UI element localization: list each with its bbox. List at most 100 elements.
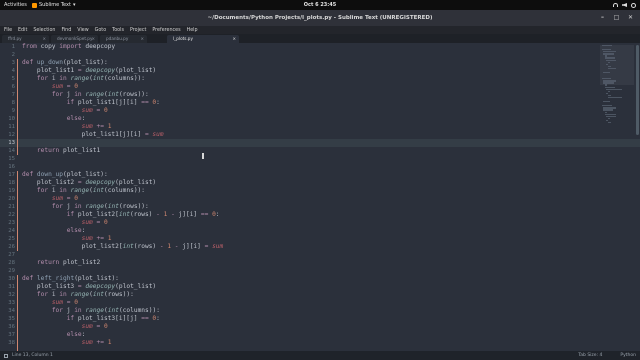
line-number: 22: [8, 212, 15, 218]
menu-goto[interactable]: Goto: [95, 28, 106, 33]
code-line[interactable]: else:: [22, 227, 580, 235]
code-line[interactable]: else:: [22, 115, 580, 123]
code-line[interactable]: ​: [22, 139, 580, 147]
close-icon[interactable]: ×: [91, 35, 95, 43]
code-line[interactable]: ​: [22, 155, 580, 163]
system-top-bar: Activities Sublime Text ▾ Oct 6 23:45: [0, 0, 640, 10]
code-line[interactable]: plot_list1 = deepcopy(plot_list): [22, 67, 580, 75]
code-line[interactable]: sum += 1: [22, 235, 580, 243]
line-number: 23: [8, 220, 15, 226]
tab-ffrd[interactable]: ffrd.py ×: [2, 35, 49, 43]
tab-bar: ffrd.py × devmonkSpet.py × pdanbu.py × l…: [0, 34, 640, 43]
code-line[interactable]: def down_up(plot_list):: [22, 171, 580, 179]
syntax-selector[interactable]: Python: [620, 351, 636, 360]
code-line[interactable]: return plot_list2: [22, 259, 580, 267]
code-line[interactable]: sum = 0: [22, 323, 580, 331]
menu-edit[interactable]: Edit: [18, 28, 27, 33]
network-icon[interactable]: [613, 3, 618, 7]
minimap-line: [607, 121, 611, 124]
system-tray[interactable]: [613, 2, 636, 8]
code-line[interactable]: for i in range(int(rows)):: [22, 291, 580, 299]
line-number: 26: [8, 244, 15, 250]
code-line[interactable]: else:: [22, 331, 580, 339]
tab-pdanbu[interactable]: pdanbu.py ×: [100, 35, 147, 43]
menu-file[interactable]: File: [4, 28, 12, 33]
code-line[interactable]: return plot_list1: [22, 147, 580, 155]
line-number-gutter[interactable]: 1 2 3 4 5 6 7 8 9 10 11 12 13 14 15 16 17 18 19 20 21 22 23 24 2…: [0, 43, 16, 351]
minimap-line: [606, 63, 609, 65]
line-number: 8: [11, 100, 15, 106]
line-number: 13: [8, 140, 15, 146]
code-line[interactable]: for j in range(int(columns)):: [22, 307, 580, 315]
code-line[interactable]: def left_right(plot_list):: [22, 275, 580, 283]
code-line[interactable]: plot_list3 = deepcopy(plot_list): [22, 283, 580, 291]
minimap-line: [604, 113, 616, 115]
tab-devmonkspet[interactable]: devmonkSpet.py ×: [51, 35, 98, 43]
code-line[interactable]: sum = 0: [22, 219, 580, 227]
code-line[interactable]: sum += 1: [22, 339, 580, 347]
minimize-icon[interactable]: –: [599, 14, 606, 21]
line-number: 37: [8, 332, 15, 338]
code-line[interactable]: def up_down(plot_list):: [22, 59, 580, 67]
tab-size-selector[interactable]: Tab Size: 4: [578, 351, 602, 360]
code-line[interactable]: for j in range(int(rows)):: [22, 91, 580, 99]
menu-view[interactable]: View: [77, 28, 88, 33]
panel-toggle-icon[interactable]: [4, 353, 8, 358]
tab-label: ffrd.py: [8, 36, 22, 41]
minimap-line: [602, 49, 611, 51]
power-icon[interactable]: [631, 2, 636, 8]
code-line[interactable]: for j in range(int(rows)):: [22, 203, 580, 211]
menu-find[interactable]: Find: [61, 28, 71, 33]
cursor-position[interactable]: Line 13, Column 1: [12, 351, 53, 360]
line-number: 1: [11, 44, 15, 50]
minimap-line: [602, 105, 612, 107]
window-title: ~/Documents/Python Projects/l_plots.py -…: [207, 15, 433, 21]
maximize-icon[interactable]: □: [613, 14, 620, 21]
code-line[interactable]: sum = 0: [22, 107, 580, 115]
menu-selection[interactable]: Selection: [33, 28, 55, 33]
menu-preferences[interactable]: Preferences: [152, 28, 180, 33]
line-number: 36: [8, 324, 15, 330]
line-number: 11: [8, 124, 15, 130]
code-line[interactable]: ​: [22, 267, 580, 275]
code-line[interactable]: plot_list2[int(rows) - 1 - j][i] = sum: [22, 243, 580, 251]
code-line[interactable]: for i in range(int(columns)):: [22, 75, 580, 83]
close-icon[interactable]: ✕: [627, 14, 634, 21]
minimap-line: [603, 107, 616, 109]
close-icon[interactable]: ×: [42, 35, 46, 43]
window-title-bar[interactable]: ~/Documents/Python Projects/l_plots.py -…: [0, 10, 640, 26]
code-line[interactable]: ​: [22, 163, 580, 171]
code-line[interactable]: plot_list2 = deepcopy(plot_list): [22, 179, 580, 187]
code-line[interactable]: for i in range(int(columns)):: [22, 187, 580, 195]
menu-help[interactable]: Help: [187, 28, 198, 33]
menu-tools[interactable]: Tools: [112, 28, 124, 33]
line-number: 28: [8, 260, 15, 266]
code-line[interactable]: if plot_list1[j][i] == 0:: [22, 99, 580, 107]
code-line[interactable]: ​: [22, 251, 580, 259]
window-controls: – □ ✕: [599, 14, 634, 21]
code-line[interactable]: ​: [22, 51, 580, 59]
code-editor[interactable]: 1 2 3 4 5 6 7 8 9 10 11 12 13 14 15 16 17 18 19 20 21 22 23 24 2…: [0, 43, 640, 351]
clock[interactable]: Oct 6 23:45: [0, 2, 640, 8]
code-line[interactable]: if plot_list2[int(rows) - 1 - j][i] == 0…: [22, 211, 580, 219]
code-line[interactable]: plot_list1[j][i] = sum: [22, 131, 580, 139]
code-line[interactable]: if plot_list3[i][j] == 0:: [22, 315, 580, 323]
close-icon[interactable]: ×: [140, 35, 144, 43]
line-number: 14: [8, 148, 15, 154]
menu-project[interactable]: Project: [130, 28, 146, 33]
minimap[interactable]: [600, 45, 634, 124]
line-number: 38: [8, 340, 15, 346]
line-number: 12: [8, 132, 15, 138]
code-line[interactable]: sum = 0: [22, 195, 580, 203]
close-icon[interactable]: ×: [232, 35, 236, 43]
code-area[interactable]: from copy import deepcopy​def up_down(pl…: [22, 43, 580, 351]
line-number: 4: [11, 68, 15, 74]
code-line[interactable]: from copy import deepcopy: [22, 43, 580, 51]
tab-l-plots[interactable]: l_plots.py ×: [167, 35, 239, 43]
code-line[interactable]: sum = 0: [22, 83, 580, 91]
code-line[interactable]: sum = 0: [22, 299, 580, 307]
vertical-scrollbar[interactable]: [636, 45, 639, 135]
volume-icon[interactable]: [622, 3, 627, 7]
code-line[interactable]: sum += 1: [22, 123, 580, 131]
line-number: 27: [8, 252, 15, 258]
